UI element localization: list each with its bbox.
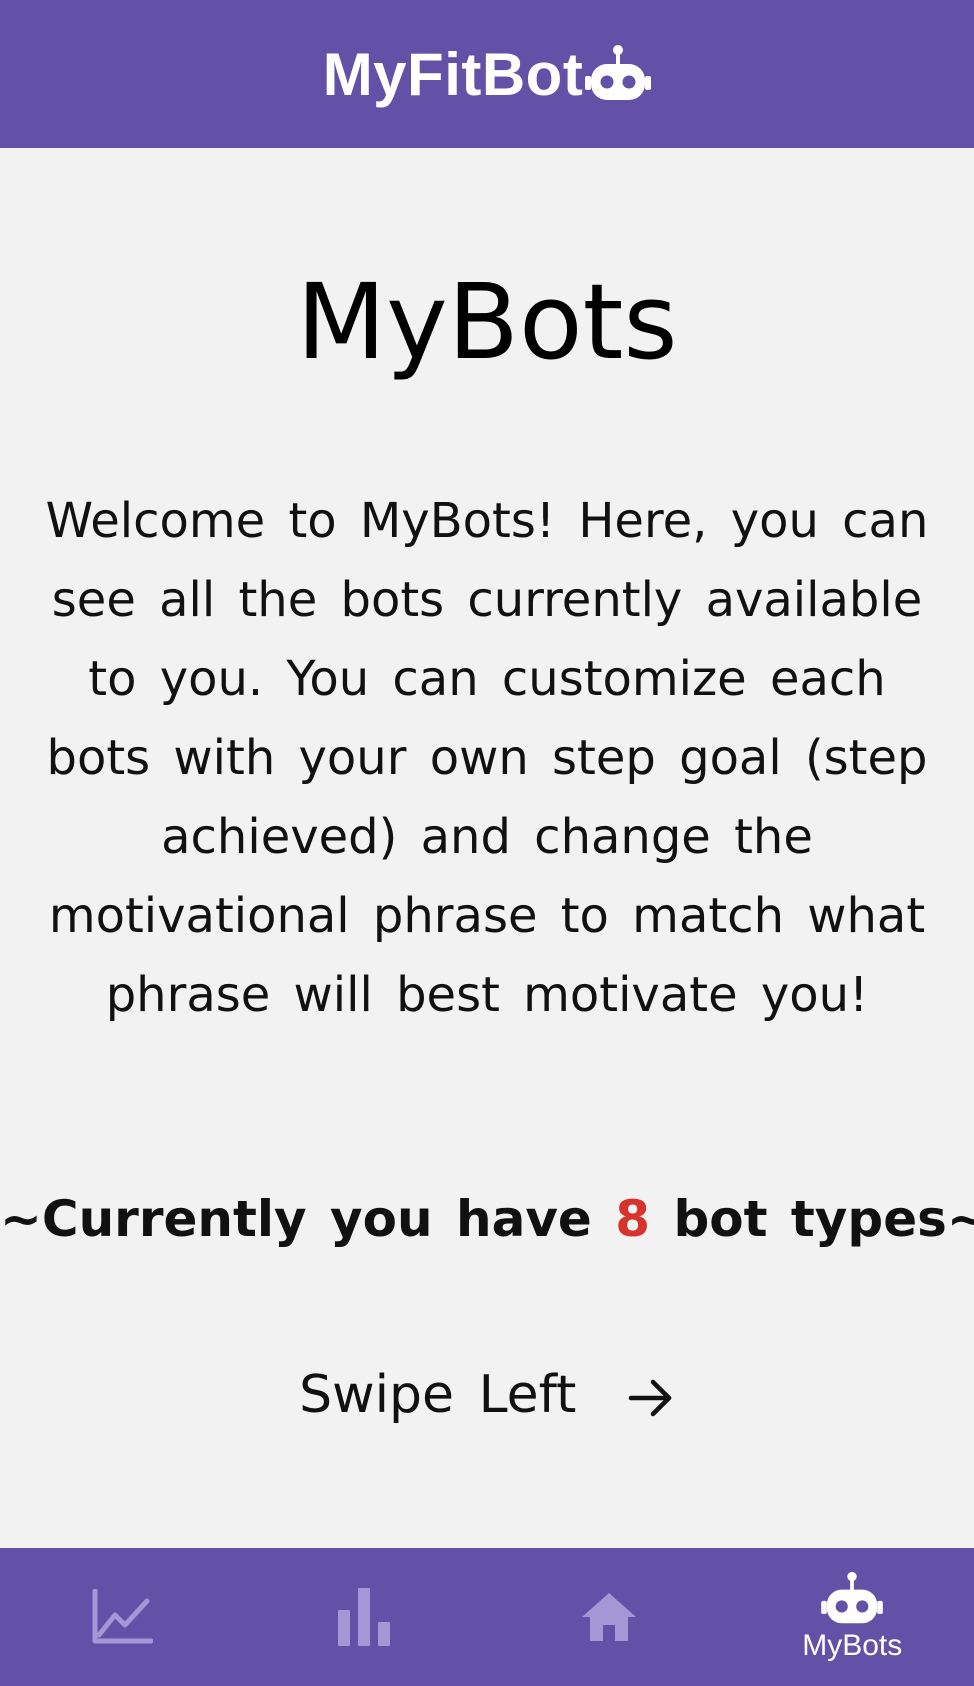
- nav-item-stats[interactable]: [244, 1548, 488, 1686]
- bot-count-prefix: ~Currently you have: [0, 1190, 616, 1248]
- swipe-label: Swipe Left: [299, 1365, 577, 1425]
- bot-count-value: 8: [615, 1190, 651, 1248]
- bot-count-text: ~Currently you have 8 bot types~: [0, 1190, 974, 1248]
- bottom-nav: MyBots: [0, 1548, 974, 1686]
- nav-item-home[interactable]: [487, 1548, 731, 1686]
- robot-icon: [821, 1571, 884, 1624]
- app-title: MyFitBot: [322, 40, 584, 108]
- app-brand: MyFitBot: [323, 40, 652, 109]
- bot-count-suffix: bot types~: [650, 1190, 974, 1248]
- robot-icon: [585, 45, 652, 100]
- home-icon: [581, 1593, 636, 1641]
- nav-label-mybots: MyBots: [802, 1629, 903, 1662]
- intro-text: Welcome to MyBots! Here, you can see all…: [45, 493, 929, 1023]
- swipe-hint[interactable]: Swipe Left: [0, 1365, 974, 1425]
- line-chart-icon: [92, 1589, 153, 1644]
- arrow-right-icon: [628, 1379, 672, 1417]
- app-header: MyFitBot: [0, 0, 974, 148]
- nav-item-trends[interactable]: [0, 1548, 244, 1686]
- page-title: MyBots: [296, 261, 678, 383]
- bar-chart-icon: [338, 1588, 391, 1646]
- nav-item-mybots[interactable]: MyBots: [731, 1548, 974, 1686]
